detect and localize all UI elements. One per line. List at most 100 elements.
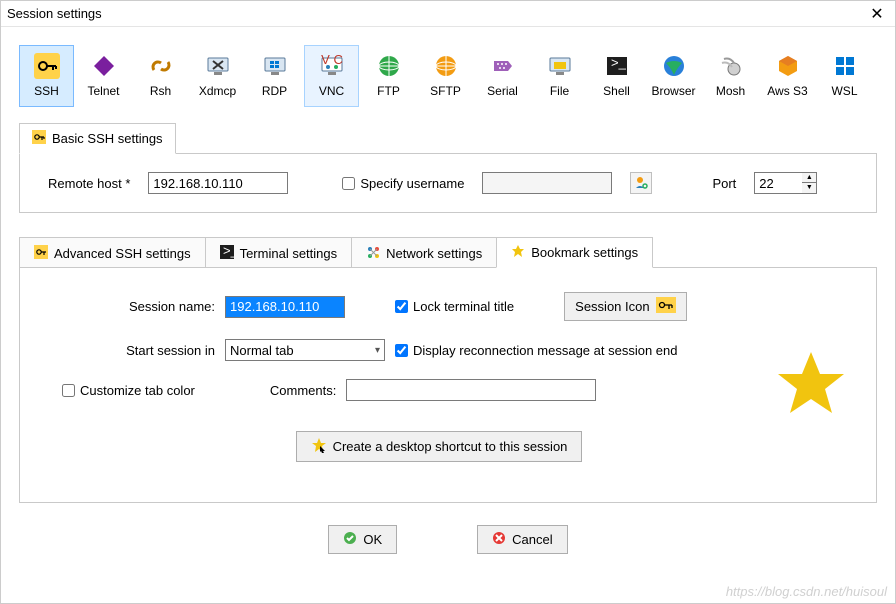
session-type-label: RDP <box>262 84 287 98</box>
window-title: Session settings <box>7 6 865 21</box>
session-type-awss3[interactable]: Aws S3 <box>760 45 815 107</box>
create-desktop-shortcut-button[interactable]: Create a desktop shortcut to this sessio… <box>296 431 583 462</box>
monitor-folder-icon <box>546 52 574 80</box>
session-type-label: WSL <box>831 84 857 98</box>
session-type-rdp[interactable]: RDP <box>247 45 302 107</box>
tab-label: Advanced SSH settings <box>54 246 191 261</box>
port-label: Port <box>712 176 736 191</box>
start-session-in-select[interactable]: Normal tab ▾ <box>225 339 385 361</box>
session-type-label: Aws S3 <box>767 84 807 98</box>
session-type-telnet[interactable]: Telnet <box>76 45 131 107</box>
advanced-tabbar: Advanced SSH settings >_ Terminal settin… <box>19 237 877 268</box>
session-type-label: Rsh <box>150 84 171 98</box>
key-icon <box>33 52 61 80</box>
session-type-label: Mosh <box>716 84 745 98</box>
select-value: Normal tab <box>230 343 294 358</box>
session-type-ftp[interactable]: FTP <box>361 45 416 107</box>
star-icon <box>511 244 525 261</box>
user-lookup-button[interactable] <box>630 172 652 194</box>
specify-username-checkbox[interactable]: Specify username <box>342 176 464 191</box>
link-icon <box>147 52 175 80</box>
globe-green-icon <box>375 52 403 80</box>
close-icon[interactable]: ✕ <box>865 4 889 24</box>
star-cursor-icon <box>311 437 327 456</box>
remote-host-input[interactable] <box>148 172 288 194</box>
diamond-icon <box>90 52 118 80</box>
tab-advanced-ssh-settings[interactable]: Advanced SSH settings <box>19 237 206 268</box>
basic-settings-panel: Remote host * Specify username Port ▲▼ <box>19 153 877 213</box>
session-type-toolbar: SSH Telnet Rsh Xdmcp RDP V C VNC FTP SFT… <box>1 27 895 113</box>
tab-network-settings[interactable]: Network settings <box>351 237 497 268</box>
comments-input[interactable] <box>346 379 596 401</box>
session-type-label: SFTP <box>430 84 461 98</box>
checkbox-label: Lock terminal title <box>413 299 514 314</box>
user-icon <box>634 175 648 192</box>
tab-label: Basic SSH settings <box>52 131 163 146</box>
session-name-input[interactable] <box>225 296 345 318</box>
aws-icon <box>774 52 802 80</box>
display-reconnection-checkbox[interactable]: Display reconnection message at session … <box>395 343 677 358</box>
checkbox-label: Specify username <box>360 176 464 191</box>
checkbox-label: Display reconnection message at session … <box>413 343 677 358</box>
remote-host-label: Remote host * <box>48 176 130 191</box>
svg-text:V C: V C <box>321 53 343 67</box>
customize-tab-color-checkbox[interactable]: Customize tab color <box>62 383 195 398</box>
session-type-sftp[interactable]: SFTP <box>418 45 473 107</box>
chevron-down-icon: ▾ <box>375 345 380 356</box>
session-type-serial[interactable]: Serial <box>475 45 530 107</box>
tab-basic-ssh-settings[interactable]: Basic SSH settings <box>19 123 176 154</box>
session-type-mosh[interactable]: Mosh <box>703 45 758 107</box>
session-type-label: VNC <box>319 84 344 98</box>
session-type-file[interactable]: File <box>532 45 587 107</box>
session-type-label: File <box>550 84 569 98</box>
session-type-wsl[interactable]: WSL <box>817 45 872 107</box>
session-type-label: Xdmcp <box>199 84 236 98</box>
bookmark-settings-panel: Session name: Lock terminal title Sessio… <box>19 267 877 503</box>
port-stepper[interactable]: ▲▼ <box>754 172 817 194</box>
serial-icon <box>489 52 517 80</box>
basic-settings-section: Basic SSH settings Remote host * Specify… <box>19 123 877 213</box>
cancel-button[interactable]: Cancel <box>477 525 567 554</box>
session-type-ssh[interactable]: SSH <box>19 45 74 107</box>
tab-label: Terminal settings <box>240 246 338 261</box>
session-type-browser[interactable]: Browser <box>646 45 701 107</box>
lock-terminal-title-checkbox[interactable]: Lock terminal title <box>395 299 514 314</box>
button-label: Session Icon <box>575 299 649 314</box>
session-type-label: Shell <box>603 84 630 98</box>
dialog-buttons: OK Cancel <box>1 525 895 554</box>
session-type-xdmcp[interactable]: Xdmcp <box>190 45 245 107</box>
button-label: OK <box>363 532 382 547</box>
session-name-label: Session name: <box>90 299 215 314</box>
session-type-vnc[interactable]: V C VNC <box>304 45 359 107</box>
titlebar: Session settings ✕ <box>1 1 895 27</box>
session-type-shell[interactable]: >_ Shell <box>589 45 644 107</box>
checkbox-label: Customize tab color <box>80 383 195 398</box>
key-icon <box>656 297 676 316</box>
key-icon <box>34 245 48 262</box>
watermark: https://blog.csdn.net/huisoul <box>726 584 887 599</box>
button-label: Create a desktop shortcut to this sessio… <box>333 439 568 454</box>
terminal-icon: >_ <box>220 245 234 262</box>
network-icon <box>366 245 380 262</box>
ok-button[interactable]: OK <box>328 525 397 554</box>
session-type-label: Browser <box>651 84 695 98</box>
spinner-buttons[interactable]: ▲▼ <box>802 172 817 194</box>
monitor-x-icon <box>204 52 232 80</box>
button-label: Cancel <box>512 532 552 547</box>
tab-bookmark-settings[interactable]: Bookmark settings <box>496 237 653 268</box>
port-input[interactable] <box>754 172 802 194</box>
session-type-label: FTP <box>377 84 400 98</box>
bookmark-star-icon <box>776 348 846 421</box>
monitor-win-icon <box>261 52 289 80</box>
session-type-label: SSH <box>34 84 59 98</box>
globe-orange-icon <box>432 52 460 80</box>
tab-terminal-settings[interactable]: >_ Terminal settings <box>205 237 353 268</box>
session-icon-button[interactable]: Session Icon <box>564 292 686 321</box>
monitor-vnc-icon: V C <box>318 52 346 80</box>
session-type-rsh[interactable]: Rsh <box>133 45 188 107</box>
tab-label: Network settings <box>386 246 482 261</box>
checkmark-icon <box>343 531 357 548</box>
session-type-label: Serial <box>487 84 518 98</box>
username-input <box>482 172 612 194</box>
start-session-in-label: Start session in <box>90 343 215 358</box>
